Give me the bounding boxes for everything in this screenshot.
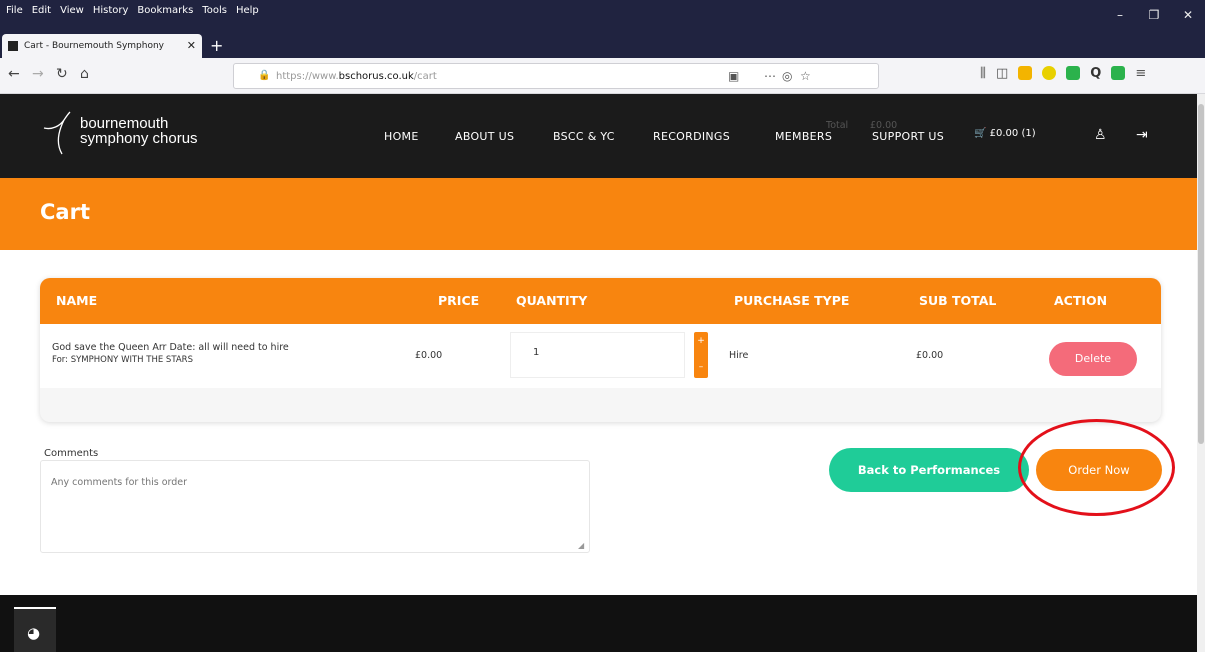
nav-recordings[interactable]: RECORDINGS <box>653 130 730 143</box>
page-actions-icon[interactable]: ⋯ <box>764 69 776 83</box>
menu-tools[interactable]: Tools <box>202 5 227 16</box>
minimize-icon[interactable]: – <box>1103 0 1137 30</box>
logo-text[interactable]: bournemouth symphony chorus <box>80 116 198 146</box>
url-text: https://www.bschorus.co.uk/cart <box>276 71 437 82</box>
resize-grip-icon[interactable]: ◢ <box>578 541 584 550</box>
total-value: £0.00 <box>870 120 898 131</box>
header-name: NAME <box>56 293 98 308</box>
user-icon[interactable]: ♙ <box>1094 127 1107 143</box>
url-bar[interactable]: 🔒 https://www.bschorus.co.uk/cart ▣ ⋯ ◎ … <box>233 63 879 89</box>
item-performance: For: SYMPHONY WITH THE STARS <box>52 355 193 365</box>
nav-home[interactable]: HOME <box>384 130 419 143</box>
new-tab-icon[interactable]: + <box>210 36 223 55</box>
purchase-type: Hire <box>729 350 749 361</box>
restore-icon[interactable]: ❐ <box>1137 0 1171 30</box>
close-window-icon[interactable]: ✕ <box>1171 0 1205 30</box>
cart-icon: 🛒 <box>974 128 987 139</box>
close-tab-icon[interactable]: ✕ <box>187 39 196 52</box>
header-purchase-type: PURCHASE TYPE <box>734 293 850 308</box>
menu-list: File Edit View History Bookmarks Tools H… <box>6 5 259 16</box>
header-action: ACTION <box>1054 293 1108 308</box>
comments-textarea[interactable] <box>40 460 590 553</box>
back-arrow-icon[interactable]: ← <box>8 66 20 82</box>
extension-icon[interactable] <box>1018 66 1033 80</box>
header-price: PRICE <box>438 293 480 308</box>
nav-support-us[interactable]: SUPPORT US <box>872 130 944 143</box>
nav-about-us[interactable]: ABOUT US <box>455 130 514 143</box>
menu-help[interactable]: Help <box>236 5 259 16</box>
logo-icon[interactable] <box>42 110 72 156</box>
quantity-stepper[interactable]: + – <box>694 332 708 378</box>
menu-file[interactable]: File <box>6 5 23 16</box>
item-price: £0.00 <box>415 350 443 361</box>
extension-icon[interactable]: Q <box>1090 66 1101 81</box>
page-title: Cart <box>40 200 90 224</box>
reader-view-icon[interactable]: ▣ <box>728 69 739 83</box>
back-to-performances-button[interactable]: Back to Performances <box>829 448 1029 492</box>
toolbar-extensions: ⫼ ◫ Q ≡ <box>980 66 1146 81</box>
cart-link[interactable]: 🛒 £0.00 (1) <box>974 128 1036 139</box>
highlight-circle <box>1018 419 1175 516</box>
delete-button[interactable]: Delete <box>1049 342 1137 376</box>
quantity-value: 1 <box>533 347 540 358</box>
comments-label: Comments <box>44 448 99 459</box>
browser-tab-cart[interactable]: Cart - Bournemouth Symphony ✕ <box>2 34 202 58</box>
sidebar-icon[interactable]: ◫ <box>996 66 1008 81</box>
extension-check-icon[interactable] <box>1111 66 1126 80</box>
increment-icon[interactable]: + <box>694 336 708 346</box>
hamburger-menu-icon[interactable]: ≡ <box>1135 66 1146 81</box>
window-controls: – ❐ ✕ <box>1103 0 1205 30</box>
logo-line-1: bournemouth <box>80 115 169 132</box>
nav-bscc-yc[interactable]: BSCC & YC <box>553 130 615 143</box>
table-row: God save the Queen Arr Date: all will ne… <box>40 324 1161 388</box>
total-label: Total <box>826 120 849 131</box>
tab-title: Cart - Bournemouth Symphony <box>24 41 164 51</box>
bookmark-star-icon[interactable]: ☆ <box>800 69 811 83</box>
cart-table: NAME PRICE QUANTITY PURCHASE TYPE SUB TO… <box>40 278 1161 422</box>
menu-view[interactable]: View <box>60 5 84 16</box>
item-name: God save the Queen Arr Date: all will ne… <box>52 342 289 366</box>
cookie-icon[interactable]: ◕ <box>27 624 40 642</box>
site-footer <box>0 595 1197 652</box>
menu-edit[interactable]: Edit <box>32 5 51 16</box>
item-title: God save the Queen Arr Date: all will ne… <box>52 342 289 353</box>
nav-members[interactable]: MEMBERS <box>775 130 832 143</box>
home-icon[interactable]: ⌂ <box>80 66 89 82</box>
header-quantity: QUANTITY <box>516 293 588 308</box>
browser-menubar: File Edit View History Bookmarks Tools H… <box>0 0 1205 30</box>
favicon-icon <box>8 41 18 51</box>
library-icon[interactable]: ⫼ <box>980 66 986 81</box>
table-header: NAME PRICE QUANTITY PURCHASE TYPE SUB TO… <box>40 278 1161 324</box>
pocket-icon[interactable]: ◎ <box>782 69 792 83</box>
reload-icon[interactable]: ↻ <box>56 66 68 82</box>
forward-arrow-icon[interactable]: → <box>32 66 44 82</box>
scrollbar-thumb[interactable] <box>1198 104 1204 444</box>
logo-line-2: symphony chorus <box>80 130 198 147</box>
menu-history[interactable]: History <box>93 5 129 16</box>
extension-icon[interactable] <box>1042 66 1057 80</box>
header-sub-total: SUB TOTAL <box>919 293 997 308</box>
menu-bookmarks[interactable]: Bookmarks <box>137 5 193 16</box>
quantity-input[interactable]: 1 <box>510 332 685 378</box>
extension-check-icon[interactable] <box>1066 66 1081 80</box>
page-banner: Cart <box>0 178 1197 250</box>
lock-icon: 🔒 <box>258 70 271 81</box>
item-subtotal: £0.00 <box>916 350 944 361</box>
decrement-icon[interactable]: – <box>694 362 708 372</box>
cart-summary: £0.00 (1) <box>989 128 1036 139</box>
logout-icon[interactable]: ⇥ <box>1136 127 1148 143</box>
